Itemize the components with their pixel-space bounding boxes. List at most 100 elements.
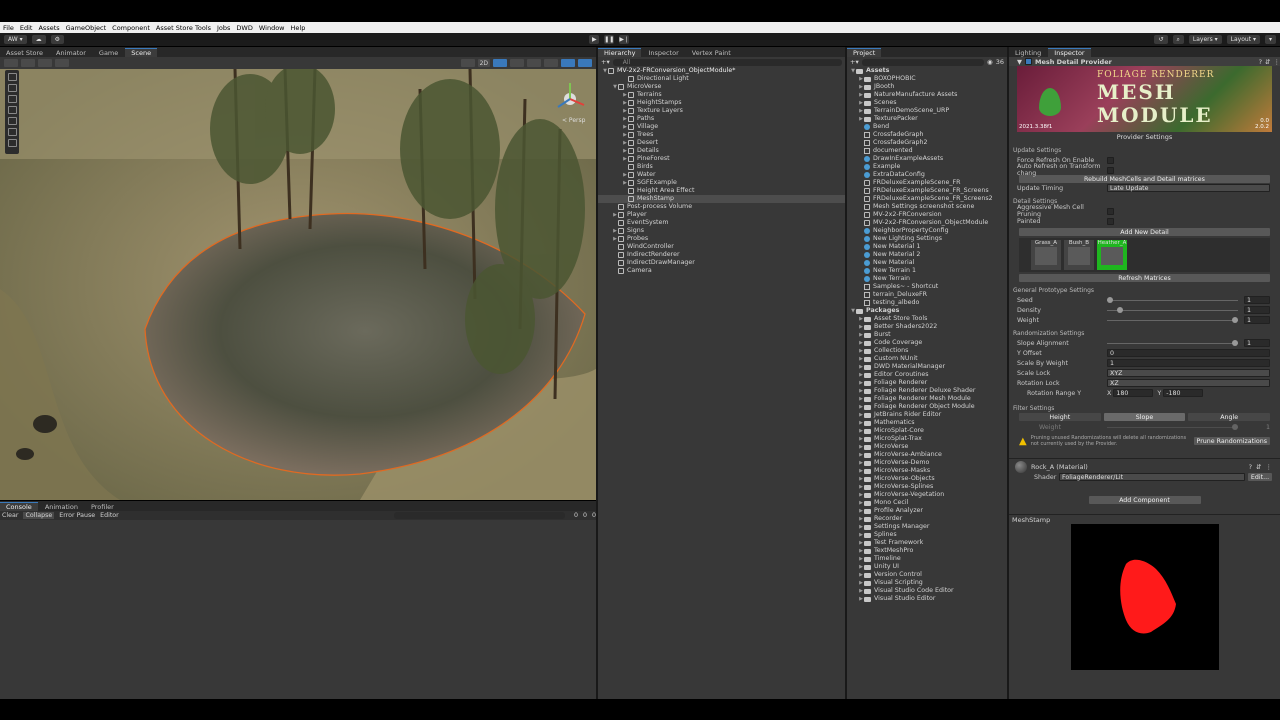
menu-item-jobs[interactable]: Jobs [217,24,230,32]
grid-button[interactable] [38,59,52,67]
project-item[interactable]: ▶ MicroVerse-Demo [847,459,1007,467]
menu-item-window[interactable]: Window [259,24,285,32]
prune-randomizations-button[interactable]: Prune Randomizations [1193,437,1270,445]
project-item[interactable]: DrawInExampleAssets [847,155,1007,163]
update-timing-dropdown[interactable]: Late Update [1107,184,1270,192]
tab-profiler[interactable]: Profiler [85,502,120,511]
project-item[interactable]: ▶ Foliage Renderer Object Module [847,403,1007,411]
density-slider[interactable] [1107,306,1238,313]
tab-scene[interactable]: Scene [125,48,158,57]
y-offset-field[interactable]: 0 [1107,349,1270,357]
project-item[interactable]: ▶ BOXOPHOBIC [847,75,1007,83]
tab-inspector[interactable]: Inspector [1048,48,1091,57]
project-item[interactable]: ▶ Visual Studio Code Editor [847,587,1007,595]
audio-toggle[interactable] [510,59,524,67]
project-item[interactable]: ▶ Foliage Renderer Mesh Module [847,395,1007,403]
project-item[interactable]: NeighborPropertyConfig [847,227,1007,235]
project-item[interactable]: ▼ Packages [847,307,1007,315]
tab-hierarchy[interactable]: Hierarchy [598,48,642,57]
weight-field[interactable]: 1 [1244,316,1270,324]
project-item[interactable]: ▶ MicroVerse-Splines [847,483,1007,491]
project-item[interactable]: ▶ Version Control [847,571,1007,579]
tab-asset-store[interactable]: Asset Store [0,48,49,57]
hidden-objects-toggle[interactable] [544,59,558,67]
project-item[interactable]: ▶ Editor Coroutines [847,371,1007,379]
project-item[interactable]: ▶ Profile Analyzer [847,507,1007,515]
project-item[interactable]: MV-2x2-FRConversion [847,211,1007,219]
hierarchy-item[interactable]: Post-process Volume [598,203,845,211]
menu-item-gameobject[interactable]: GameObject [66,24,107,32]
hierarchy-item[interactable]: WindController [598,243,845,251]
refresh-matrices-button[interactable]: Refresh Matrices [1019,274,1270,282]
seed-knob[interactable] [1107,296,1113,303]
project-item[interactable]: ▶ Collections [847,347,1007,355]
hierarchy-item[interactable]: ▶ Player [598,211,845,219]
project-item[interactable]: CrossfadeGraph [847,131,1007,139]
project-item[interactable]: ▼ Assets [847,67,1007,75]
project-item[interactable]: New Terrain [847,275,1007,283]
edit-shader-button[interactable]: Edit... [1248,473,1272,481]
hierarchy-item[interactable]: EventSystem [598,219,845,227]
effects-toggle[interactable] [527,59,541,67]
project-item[interactable]: ▶ Scenes [847,99,1007,107]
force-refresh-checkbox[interactable] [1107,156,1114,164]
eye-icon[interactable]: ◉ [987,58,993,66]
custom-tool-icon[interactable] [7,139,17,147]
project-search-input[interactable] [861,58,985,66]
filter-tab-height[interactable]: Height [1019,413,1101,421]
filter-weight-slider[interactable] [1107,423,1238,430]
view-tool-icon[interactable] [7,73,17,81]
foldout-arrow-icon[interactable]: ▼ [1017,58,1022,66]
tab-lighting[interactable]: Lighting [1009,48,1047,57]
warning-count[interactable]: 0 [583,512,587,519]
hierarchy-item[interactable]: ▶ Trees [598,131,845,139]
scale-tool-icon[interactable] [7,106,17,114]
transform-tool-icon[interactable] [7,128,17,136]
project-item[interactable]: ▶ Mathematics [847,419,1007,427]
tab-inspector-secondary[interactable]: Inspector [642,48,684,57]
project-item[interactable]: Samples~ - Shortcut [847,283,1007,291]
camera-settings-button[interactable] [561,59,575,67]
more-options-icon[interactable]: ⋮ [1274,58,1280,66]
add-new-detail-button[interactable]: Add New Detail [1019,228,1270,236]
slope-slider[interactable] [1107,339,1238,346]
menu-item-help[interactable]: Help [291,24,306,32]
clear-button[interactable]: Clear [2,512,18,519]
menu-item-file[interactable]: File [3,24,14,32]
shading-mode-button[interactable] [460,59,475,67]
settings-icon[interactable]: ⚙ [50,35,65,44]
project-item[interactable]: Bend [847,123,1007,131]
hierarchy-item[interactable]: IndirectRenderer [598,251,845,259]
project-item[interactable]: testing_albedo [847,299,1007,307]
weight-slider[interactable] [1107,316,1238,323]
project-item[interactable]: ▶ Burst [847,331,1007,339]
hierarchy-item[interactable]: IndirectDrawManager [598,259,845,267]
project-item[interactable]: ▶ Visual Scripting [847,579,1007,587]
project-item[interactable]: ▶ Code Coverage [847,339,1007,347]
shader-dropdown[interactable]: FoliageRenderer/Lit [1059,473,1245,481]
rotation-lock-dropdown[interactable]: XZ [1107,379,1270,387]
pivot-button[interactable] [21,59,35,67]
add-icon[interactable]: +▾ [601,58,610,66]
2d-toggle[interactable]: 2D [477,59,490,67]
project-item[interactable]: ▶ DWD MaterialManager [847,363,1007,371]
auto-refresh-checkbox[interactable] [1107,166,1114,174]
project-item[interactable]: ▶ TerrainDemoScene_URP [847,107,1007,115]
tab-animator[interactable]: Animator [50,48,92,57]
seed-field[interactable]: 1 [1244,296,1270,304]
project-item[interactable]: ▶ Mono Cecil [847,499,1007,507]
weight-knob[interactable] [1232,316,1238,323]
project-item[interactable]: ▶ Foliage Renderer Deluxe Shader [847,387,1007,395]
hierarchy-item[interactable]: Directional Light [598,75,845,83]
hierarchy-item[interactable]: ▶ HeightStamps [598,99,845,107]
collapse-icon[interactable]: ▾ [1264,35,1276,44]
menu-item-component[interactable]: Component [112,24,150,32]
project-item[interactable]: FRDeluxeExampleScene_FR_Screens2 [847,195,1007,203]
hierarchy-item[interactable]: ▶ Desert [598,139,845,147]
project-item[interactable]: FRDeluxeExampleScene_FR_Screens [847,187,1007,195]
project-item[interactable]: ▶ Asset Store Tools [847,315,1007,323]
pause-button[interactable]: ❚❚ [604,35,614,44]
preset-icon[interactable]: ⇵ [1265,58,1270,66]
tab-vertex-paint[interactable]: Vertex Paint [686,48,737,57]
hierarchy-search-input[interactable]: All [612,58,842,66]
